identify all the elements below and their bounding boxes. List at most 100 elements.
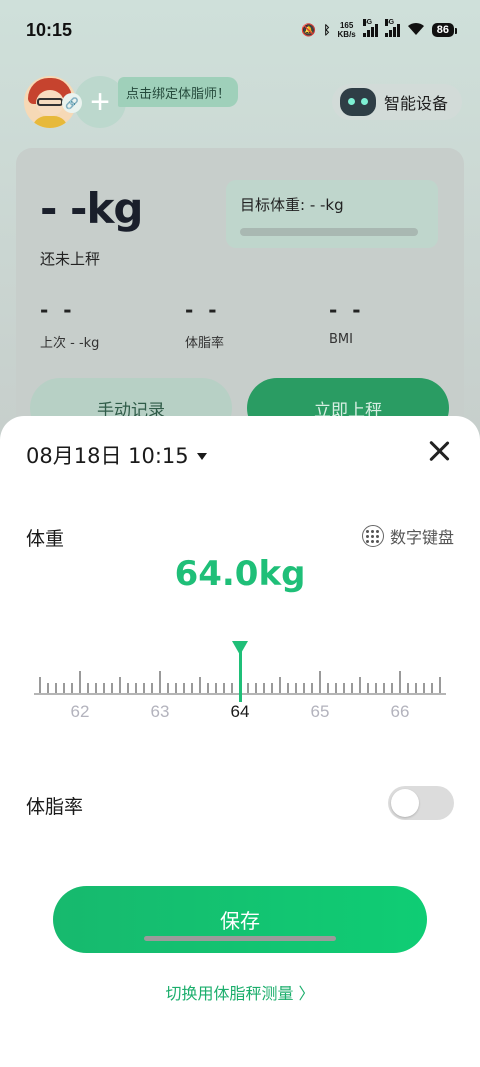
weight-section-label: 体重 (26, 528, 65, 550)
ruler-tick (407, 683, 409, 693)
ruler-tick (423, 683, 425, 693)
smart-device-button[interactable]: 智能设备 (331, 84, 462, 120)
ruler-tick (431, 683, 433, 693)
stat-label: BMI (329, 332, 353, 347)
ruler-tick (399, 671, 401, 693)
datetime-text: 08月18日 10:15 (26, 444, 189, 468)
robot-icon (339, 88, 376, 116)
battery-icon: 86 (431, 23, 458, 37)
weight-value: 64.0kg (174, 554, 306, 594)
ruler-tick (191, 683, 193, 693)
sim1-tag: 5G (362, 19, 373, 26)
ruler-tick (367, 683, 369, 693)
ruler-tick (167, 683, 169, 693)
ruler-label: 65 (310, 702, 330, 721)
switch-to-scale-link[interactable]: 切换用体脂秤测量 〉 (0, 980, 480, 1004)
ruler-tick (271, 683, 273, 693)
weight-ruler-slider[interactable]: 62 63 64 65 66 (0, 638, 480, 728)
body-fat-toggle[interactable] (388, 786, 454, 820)
ruler-tick (375, 683, 377, 693)
ruler-tick (95, 683, 97, 693)
ruler-tick (135, 683, 137, 693)
ruler-tick (231, 683, 233, 693)
ruler-tick (383, 683, 385, 693)
save-button[interactable]: 保存 (53, 886, 427, 953)
bind-coach-tip[interactable]: 点击绑定体脂师！ (118, 77, 239, 107)
ruler-tick (159, 671, 161, 693)
target-progress-bar (240, 228, 418, 236)
datetime-picker[interactable]: 08月18日 10:15 (26, 440, 207, 470)
ruler-label: 66 (390, 702, 410, 721)
keypad-icon (361, 525, 384, 547)
ruler-tick (183, 683, 185, 693)
ruler-tick (207, 683, 209, 693)
stat-label: 上次 - -kg (40, 336, 100, 351)
stat-last-weight: - - 上次 - -kg (40, 298, 99, 351)
ruler-tick (111, 683, 113, 693)
ruler-tick (143, 683, 145, 693)
ruler-tick (103, 683, 105, 693)
ruler-tick (295, 683, 297, 693)
toggle-knob (391, 789, 419, 817)
status-icons: 🔕 ᛒ 165 KB/s 5G 5G 86 (301, 19, 458, 39)
ruler-tick (87, 683, 89, 693)
stat-label: 体脂率 (185, 336, 225, 351)
ruler-tick (175, 683, 177, 693)
ruler-tick (359, 677, 361, 693)
add-icon: + (90, 82, 110, 121)
ruler-tick (247, 683, 249, 693)
bluetooth-icon: ᛒ (323, 23, 331, 37)
ruler-tick (415, 683, 417, 693)
ruler-tick (391, 683, 393, 693)
stat-body-fat: - - 体脂率 (185, 298, 224, 351)
ruler-tick (119, 677, 121, 693)
status-time: 10:15 (26, 19, 73, 40)
ruler-tick (55, 683, 57, 693)
link-icon: 🔗 (62, 93, 82, 113)
ruler-indicator-head-icon (232, 641, 248, 655)
target-weight-box[interactable]: 目标体重: - -kg (226, 180, 438, 248)
stat-value: - - (329, 298, 365, 322)
ruler-tick (279, 677, 281, 693)
caret-down-icon (196, 452, 207, 460)
ruler-tick (63, 683, 65, 693)
status-bar: 10:15 🔕 ᛒ 165 KB/s 5G 5G 86 (0, 0, 480, 60)
weight-status: 还未上秤 (40, 250, 101, 268)
ruler-label: 63 (150, 702, 170, 721)
target-weight-label: 目标体重: - -kg (240, 196, 344, 214)
ruler-tick (127, 683, 129, 693)
ruler-tick (223, 683, 225, 693)
ruler-tick (263, 683, 265, 693)
manual-record-sheet: 08月18日 10:15 体重 数字键盘 64.0kg 62 63 64 65 … (0, 416, 480, 1067)
ruler-tick (79, 671, 81, 693)
smart-device-label: 智能设备 (383, 94, 448, 113)
ruler-tick (439, 677, 441, 693)
ruler-tick (351, 683, 353, 693)
ruler-tick (319, 671, 321, 693)
stat-bmi: - - BMI (329, 298, 365, 347)
ruler-tick (343, 683, 345, 693)
ruler-tick (335, 683, 337, 693)
ruler-tick (71, 683, 73, 693)
network-speed: 165 KB/s (338, 21, 356, 39)
sim2-tag: 5G (384, 19, 395, 26)
stat-value: - - (40, 298, 76, 322)
keypad-label: 数字键盘 (389, 528, 454, 547)
ruler-tick (47, 683, 49, 693)
ruler-indicator (238, 650, 242, 702)
body-fat-label: 体脂率 (26, 796, 84, 818)
ruler-tick (287, 683, 289, 693)
ruler-label: 62 (70, 702, 90, 721)
net-speed-unit: KB/s (337, 30, 356, 39)
ruler-tick (255, 683, 257, 693)
net-speed-value: 165 (339, 21, 354, 30)
close-icon[interactable] (426, 438, 452, 464)
ruler-tick (151, 683, 153, 693)
numeric-keypad-toggle[interactable]: 数字键盘 (361, 524, 454, 548)
ruler-tick (303, 683, 305, 693)
mute-icon: 🔕 (301, 23, 317, 37)
ruler-tick (215, 683, 217, 693)
ruler-tick (39, 677, 41, 693)
ruler-tick (199, 677, 201, 693)
home-indicator[interactable] (144, 936, 336, 941)
